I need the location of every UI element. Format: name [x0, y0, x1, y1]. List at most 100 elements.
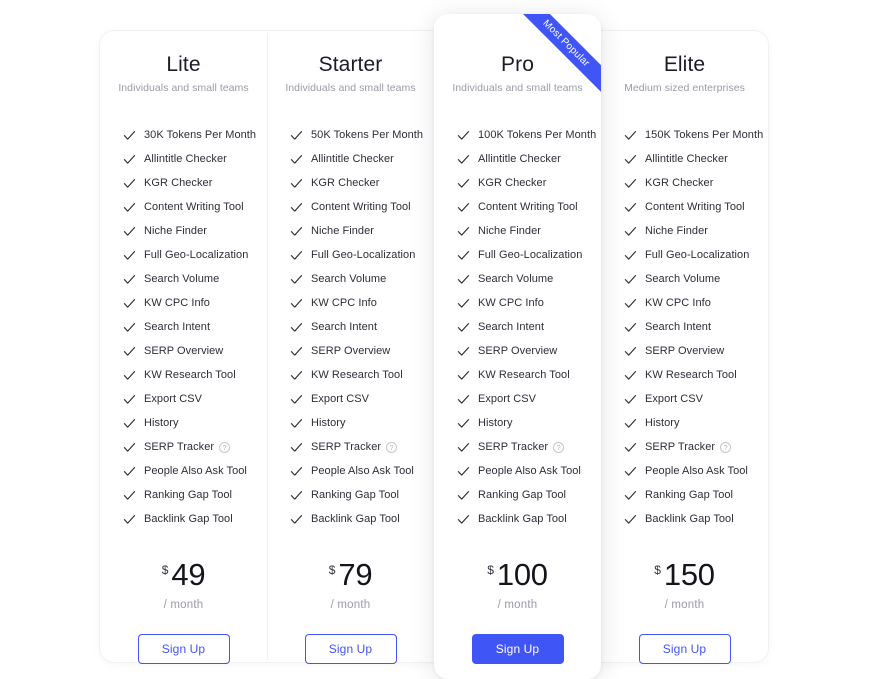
check-icon [624, 225, 637, 238]
price-amount: 49 [171, 557, 206, 593]
feature-item: Full Geo-Localization [123, 243, 267, 267]
feature-item: 150K Tokens Per Month [624, 123, 768, 147]
feature-label: Full Geo-Localization [478, 249, 583, 262]
help-circle-icon[interactable]: ? [720, 441, 732, 453]
check-icon [290, 369, 303, 382]
feature-label: KW CPC Info [645, 297, 711, 310]
pricing-columns: Lite Individuals and small teams 30K Token… [100, 0, 768, 679]
feature-label: Backlink Gap Tool [478, 513, 567, 526]
check-icon [290, 417, 303, 430]
help-circle-icon[interactable]: ? [386, 441, 398, 453]
feature-item: Ranking Gap Tool [457, 483, 601, 507]
feature-item: KGR Checker [457, 171, 601, 195]
feature-label: Ranking Gap Tool [478, 489, 567, 502]
check-icon [290, 465, 303, 478]
feature-item: KW Research Tool [123, 363, 267, 387]
feature-item: Ranking Gap Tool [123, 483, 267, 507]
feature-label: History [645, 417, 680, 430]
feature-label: History [478, 417, 513, 430]
check-icon [290, 393, 303, 406]
feature-item: People Also Ask Tool [290, 459, 434, 483]
feature-label: 50K Tokens Per Month [311, 129, 424, 142]
help-circle-icon[interactable]: ? [219, 441, 231, 453]
feature-label: Search Volume [645, 273, 721, 286]
feature-item: Backlink Gap Tool [123, 507, 267, 531]
feature-item: KGR Checker [123, 171, 267, 195]
sign-up-button[interactable]: Sign Up [471, 634, 564, 665]
feature-label: Search Volume [478, 273, 554, 286]
feature-item: Niche Finder [457, 219, 601, 243]
feature-item: People Also Ask Tool [123, 459, 267, 483]
check-icon [290, 489, 303, 502]
feature-label: Content Writing Tool [144, 201, 244, 214]
feature-item: Full Geo-Localization [457, 243, 601, 267]
feature-list: 100K Tokens Per Month Allintitle Checker K… [434, 123, 601, 531]
check-icon [290, 297, 303, 310]
feature-label: Backlink Gap Tool [144, 513, 233, 526]
check-icon [290, 225, 303, 238]
feature-label: Allintitle Checker [144, 153, 227, 166]
feature-label: Search Intent [645, 321, 712, 334]
feature-item: Search Volume [290, 267, 434, 291]
feature-item: Niche Finder [123, 219, 267, 243]
check-icon [624, 345, 637, 358]
feature-label: People Also Ask Tool [645, 465, 748, 478]
feature-item: History [624, 411, 768, 435]
check-icon [123, 249, 136, 262]
check-icon [290, 177, 303, 190]
feature-label: SERP Tracker [645, 441, 716, 454]
feature-item: SERP Tracker? [123, 435, 267, 459]
check-icon [123, 201, 136, 214]
feature-item: KW CPC Info [290, 291, 434, 315]
feature-label: SERP Tracker [478, 441, 549, 454]
feature-item: SERP Overview [290, 339, 434, 363]
feature-label: History [144, 417, 179, 430]
sign-up-button[interactable]: Sign Up [638, 634, 731, 665]
sign-up-button[interactable]: Sign Up [137, 634, 230, 665]
feature-label: KW Research Tool [144, 369, 236, 382]
price-row: $150 [654, 559, 715, 590]
feature-item: SERP Tracker? [624, 435, 768, 459]
feature-label: Full Geo-Localization [144, 249, 249, 262]
feature-label: Full Geo-Localization [645, 249, 750, 262]
feature-label: Allintitle Checker [645, 153, 728, 166]
feature-label: SERP Tracker [311, 441, 382, 454]
feature-item: Search Volume [457, 267, 601, 291]
check-icon [457, 513, 470, 526]
feature-label: SERP Overview [311, 345, 391, 358]
feature-item: SERP Overview [123, 339, 267, 363]
feature-item: Allintitle Checker [457, 147, 601, 171]
feature-item: KW CPC Info [457, 291, 601, 315]
sign-up-button[interactable]: Sign Up [304, 634, 397, 665]
billing-period: / month [330, 599, 371, 612]
feature-item: People Also Ask Tool [457, 459, 601, 483]
feature-label: KW CPC Info [144, 297, 210, 310]
plan-name: Pro [501, 53, 534, 76]
feature-label: KW Research Tool [645, 369, 737, 382]
help-circle-icon[interactable]: ? [553, 441, 565, 453]
feature-item: People Also Ask Tool [624, 459, 768, 483]
feature-label: People Also Ask Tool [478, 465, 581, 478]
check-icon [624, 465, 637, 478]
feature-item: History [457, 411, 601, 435]
feature-item: 50K Tokens Per Month [290, 123, 434, 147]
price-amount: 79 [338, 557, 373, 593]
feature-label: Ranking Gap Tool [311, 489, 400, 502]
check-icon [123, 345, 136, 358]
check-icon [290, 129, 303, 142]
plan-subtitle: Individuals and small teams [285, 82, 416, 95]
feature-label: Allintitle Checker [478, 153, 561, 166]
check-icon [624, 201, 637, 214]
feature-item: KGR Checker [624, 171, 768, 195]
feature-label: Export CSV [311, 393, 369, 406]
check-icon [624, 441, 637, 454]
check-icon [123, 297, 136, 310]
check-icon [457, 225, 470, 238]
feature-label: Niche Finder [645, 225, 708, 238]
check-icon [624, 273, 637, 286]
feature-label: 30K Tokens Per Month [144, 129, 257, 142]
feature-label: Search Intent [144, 321, 211, 334]
feature-list: 150K Tokens Per Month Allintitle Checker K… [601, 123, 768, 531]
price-row: $49 [162, 559, 206, 590]
pricing-table: Lite Individuals and small teams 30K Token… [0, 0, 890, 679]
